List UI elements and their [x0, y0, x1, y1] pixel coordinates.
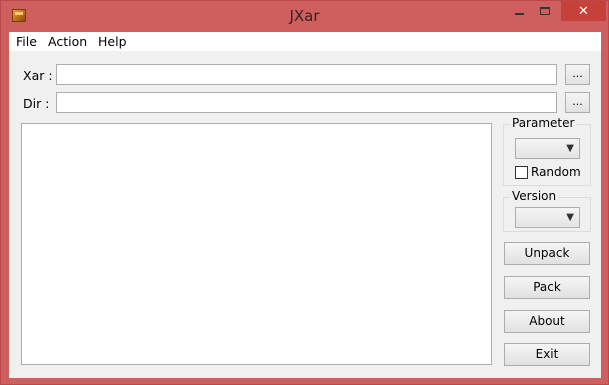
- menu-action[interactable]: Action: [48, 34, 87, 49]
- dir-path-input[interactable]: [56, 92, 557, 113]
- version-dropdown[interactable]: ▼: [515, 207, 580, 228]
- version-group: Version ▼: [503, 189, 591, 232]
- title-bar[interactable]: JXar ✕: [1, 1, 608, 31]
- parameter-group-title: Parameter: [510, 116, 577, 130]
- minimize-button[interactable]: [506, 1, 532, 21]
- maximize-button[interactable]: [532, 1, 558, 21]
- close-icon: ✕: [578, 3, 589, 19]
- pack-button[interactable]: Pack: [504, 276, 590, 299]
- xar-label: Xar :: [23, 68, 53, 83]
- parameter-dropdown[interactable]: ▼: [515, 138, 580, 159]
- exit-button[interactable]: Exit: [504, 343, 590, 366]
- client-area: File Action Help Xar : ... Dir : ... Par…: [9, 32, 601, 378]
- about-button[interactable]: About: [504, 310, 590, 333]
- menu-file[interactable]: File: [16, 34, 37, 49]
- log-output-area[interactable]: [21, 123, 492, 365]
- unpack-button[interactable]: Unpack: [504, 242, 590, 265]
- app-window: JXar ✕ File Action Help Xar : ... Dir : …: [0, 0, 609, 385]
- menu-help[interactable]: Help: [98, 34, 127, 49]
- minimize-icon: [514, 13, 524, 15]
- dir-browse-button[interactable]: ...: [565, 92, 590, 113]
- menu-bar: File Action Help: [9, 32, 601, 51]
- maximize-icon: [540, 7, 550, 15]
- close-button[interactable]: ✕: [561, 1, 606, 21]
- xar-path-input[interactable]: [56, 64, 557, 85]
- xar-browse-button[interactable]: ...: [565, 64, 590, 85]
- version-group-title: Version: [510, 189, 559, 203]
- chevron-down-icon: ▼: [566, 212, 574, 223]
- dir-label: Dir :: [23, 96, 50, 111]
- random-checkbox-label[interactable]: Random: [531, 165, 581, 179]
- random-checkbox[interactable]: [515, 166, 528, 179]
- parameter-group: Parameter ▼ Random: [503, 116, 591, 186]
- chevron-down-icon: ▼: [566, 143, 574, 154]
